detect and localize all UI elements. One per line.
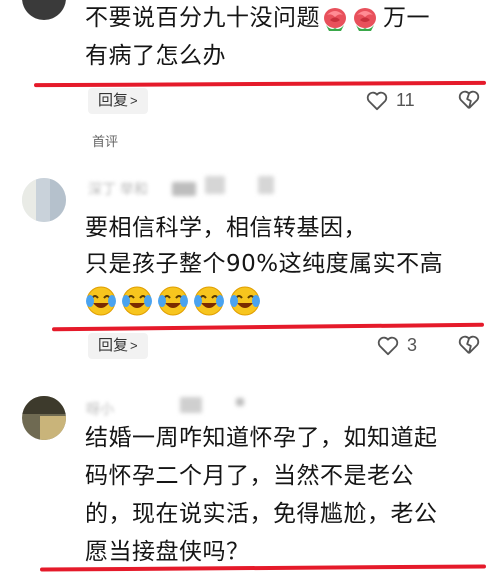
like-button[interactable]: 11 xyxy=(366,90,415,111)
reply-label: 回复 xyxy=(98,337,129,354)
reply-button[interactable]: 回复 > xyxy=(88,333,148,359)
comment-line: 结婚一周咋知道怀孕了，如知道起 xyxy=(85,425,438,451)
avatar[interactable] xyxy=(22,396,66,440)
rose-emoji xyxy=(354,7,376,31)
comment-line: 有病了怎么办 xyxy=(85,43,226,69)
rose-emoji xyxy=(324,7,346,31)
crying-laughing-emoji xyxy=(86,286,116,316)
comment-text: 不要说百分九十没问题 万一 xyxy=(85,2,430,35)
blurred-block xyxy=(172,182,196,196)
reply-label: 回复 xyxy=(98,92,129,109)
crying-laughing-emoji xyxy=(158,286,188,316)
chevron-right-icon: > xyxy=(130,93,138,108)
crying-laughing-emoji xyxy=(230,286,260,316)
comment-line: 要相信科学，相信转基因， xyxy=(85,215,367,241)
crying-laughing-emoji xyxy=(122,286,152,316)
chevron-right-icon: > xyxy=(130,338,138,353)
heart-icon xyxy=(366,91,388,110)
comment-line: 万一 xyxy=(383,5,430,31)
username[interactable]: 呀小 xyxy=(86,399,114,419)
blurred-block xyxy=(180,397,202,413)
crying-laughing-emoji xyxy=(194,286,224,316)
username[interactable]: 深丁 举和 xyxy=(88,179,148,199)
comment-line: 码怀孕二个月了，当然不是老公 xyxy=(85,463,414,489)
comment-line: 的，现在说实活，免得尴尬，老公 xyxy=(85,501,438,527)
like-count: 11 xyxy=(396,90,415,110)
broken-heart-icon xyxy=(458,90,480,109)
red-underline xyxy=(51,322,485,332)
dislike-button[interactable] xyxy=(458,335,480,359)
like-button[interactable]: 3 xyxy=(377,335,417,356)
reply-button[interactable]: 回复 > xyxy=(88,88,148,114)
avatar[interactable] xyxy=(22,178,66,222)
comment-line: 愿当接盘侠吗？ xyxy=(85,539,250,565)
broken-heart-icon xyxy=(458,335,480,354)
avatar[interactable] xyxy=(22,0,66,20)
blurred-block xyxy=(258,176,274,194)
red-underline xyxy=(33,80,487,88)
blurred-block xyxy=(205,176,225,194)
comment-line: 不要说百分九十没问题 xyxy=(85,5,320,31)
first-comment-tag: 首评 xyxy=(92,134,119,149)
heart-icon xyxy=(377,336,399,355)
blurred-block xyxy=(236,398,244,406)
like-count: 3 xyxy=(407,335,418,355)
comment-line: 只是孩子整个90%这纯度属实不高 xyxy=(85,251,444,277)
dislike-button[interactable] xyxy=(458,90,480,114)
emoji-row xyxy=(85,285,261,317)
